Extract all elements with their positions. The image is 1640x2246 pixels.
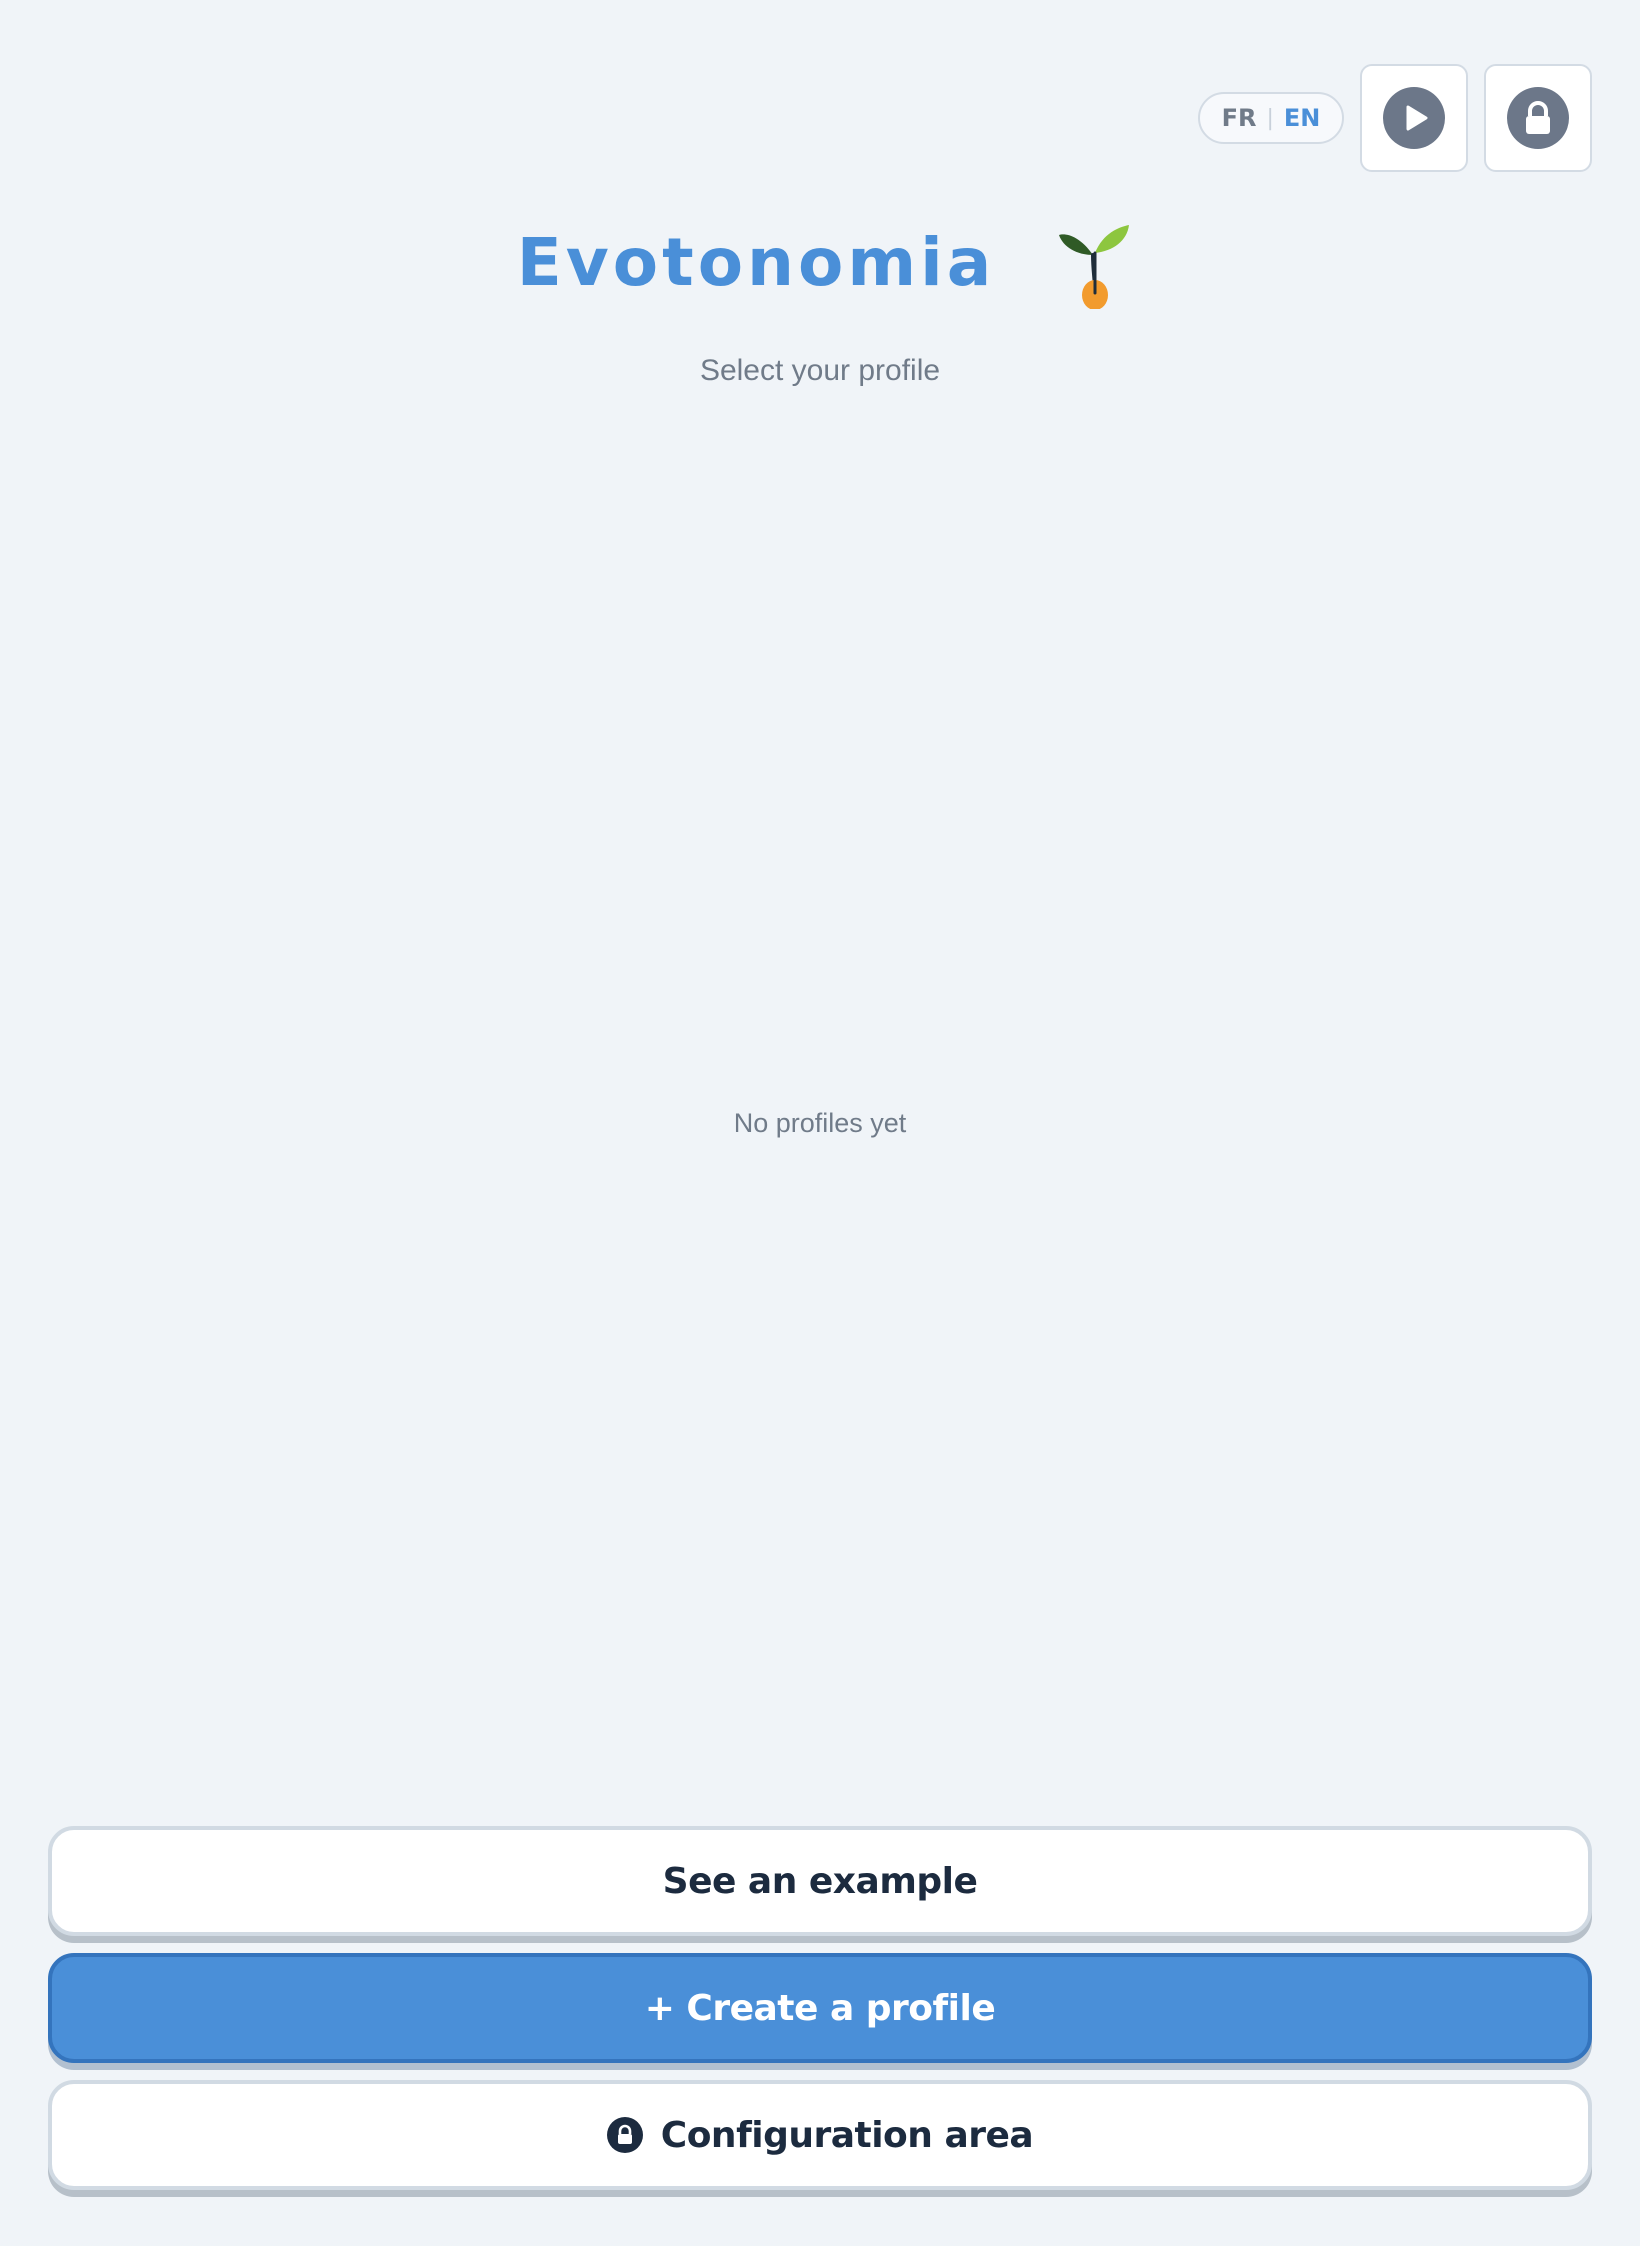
language-toggle[interactable]: FR | EN: [1198, 92, 1344, 144]
see-example-button[interactable]: See an example: [48, 1826, 1592, 1936]
page-subtitle: Select your profile: [699, 354, 941, 387]
tutorial-play-button[interactable]: [1360, 64, 1468, 172]
lock-icon: [1507, 87, 1569, 149]
create-profile-button[interactable]: + Create a profile: [48, 1953, 1592, 2063]
see-example-label: See an example: [662, 1860, 978, 1902]
create-profile-label: + Create a profile: [644, 1987, 996, 2029]
app-header: Evotonomia: [0, 212, 1640, 312]
sprout-icon: [1059, 225, 1130, 309]
lang-separator: |: [1266, 105, 1274, 131]
configuration-area-button[interactable]: Configuration area: [48, 2080, 1592, 2190]
lock-button[interactable]: [1484, 64, 1592, 172]
lang-option-fr[interactable]: FR: [1222, 104, 1257, 132]
app-title: Evotonomia: [516, 223, 996, 301]
play-icon: [1383, 87, 1445, 149]
empty-profiles-message: No profiles yet: [733, 1108, 907, 1138]
lock-icon: [606, 2117, 643, 2153]
lang-option-en[interactable]: EN: [1284, 104, 1320, 132]
configuration-area-label: Configuration area: [660, 2114, 1034, 2156]
